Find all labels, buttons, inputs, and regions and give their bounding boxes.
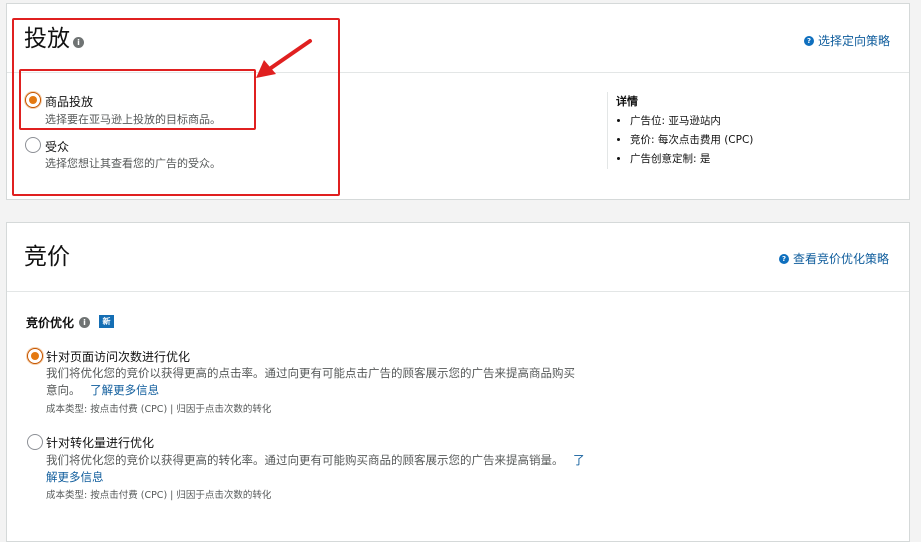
- info-icon[interactable]: i: [79, 317, 90, 328]
- bidding-divider: [7, 291, 909, 292]
- optimize-page-visits-desc-line1: 我们将优化您的竞价以获得更高的点击率。通过向更有可能点击广告的顾客展示您的广告来…: [46, 366, 575, 380]
- product-targeting-label[interactable]: 商品投放: [45, 93, 93, 110]
- details-list: 广告位: 亚马逊站内 竞价: 每次点击费用 (CPC) 广告创意定制: 是: [616, 112, 816, 169]
- optimize-conversions-desc: 我们将优化您的竞价以获得更高的转化率。通过向更有可能购买商品的顾客展示您的广告来…: [46, 452, 621, 486]
- optimize-page-visits-radio[interactable]: [27, 348, 43, 364]
- view-bid-strategy-label: 查看竞价优化策略: [793, 252, 890, 266]
- learn-more-link-part2[interactable]: 解更多信息: [46, 470, 104, 484]
- optimize-page-visits-desc: 我们将优化您的竞价以获得更高的点击率。通过向更有可能点击广告的顾客展示您的广告来…: [46, 365, 621, 399]
- question-icon: ?: [804, 35, 814, 46]
- optimize-page-visits-desc-line2: 意向。: [46, 383, 81, 397]
- product-targeting-desc: 选择要在亚马逊上投放的目标商品。: [45, 113, 221, 126]
- audience-targeting-radio[interactable]: [25, 137, 41, 153]
- new-badge: 新: [99, 315, 114, 328]
- details-item-placement: 广告位: 亚马逊站内: [630, 112, 816, 131]
- targeting-title: 投放: [24, 26, 70, 52]
- choose-targeting-strategy-link[interactable]: ? 选择定向策略: [804, 32, 890, 49]
- optimize-page-visits-meta: 成本类型: 按点击付费 (CPC) | 归因于点击次数的转化: [46, 404, 272, 415]
- bidding-card: 竞价 ? 查看竞价优化策略 竞价优化 i 新 针对页面访问次数进行优化 我们将优…: [6, 222, 910, 542]
- optimize-conversions-desc-line1: 我们将优化您的竞价以获得更高的转化率。通过向更有可能购买商品的顾客展示您的广告来…: [46, 453, 564, 467]
- audience-targeting-label[interactable]: 受众: [45, 138, 69, 155]
- question-icon: ?: [779, 253, 789, 264]
- learn-more-link-part1[interactable]: 了: [573, 453, 585, 467]
- details-item-bid: 竞价: 每次点击费用 (CPC): [630, 131, 816, 150]
- details-title: 详情: [616, 95, 638, 108]
- learn-more-link[interactable]: 了解更多信息: [90, 383, 159, 397]
- targeting-divider: [7, 72, 909, 73]
- optimize-page-visits-label[interactable]: 针对页面访问次数进行优化: [46, 348, 190, 365]
- audience-targeting-desc: 选择您想让其查看您的广告的受众。: [45, 157, 221, 170]
- choose-targeting-strategy-label: 选择定向策略: [818, 34, 891, 48]
- details-panel: 详情 广告位: 亚马逊站内 竞价: 每次点击费用 (CPC) 广告创意定制: 是: [607, 92, 816, 169]
- view-bid-strategy-link[interactable]: ? 查看竞价优化策略: [779, 250, 889, 267]
- info-icon[interactable]: i: [73, 37, 84, 48]
- product-targeting-radio[interactable]: [25, 92, 41, 108]
- targeting-card: 投放 i ? 选择定向策略 商品投放 选择要在亚马逊上投放的目标商品。 受众 选…: [6, 3, 910, 200]
- optimize-conversions-radio[interactable]: [27, 434, 43, 450]
- optimize-conversions-label[interactable]: 针对转化量进行优化: [46, 434, 154, 451]
- optimize-conversions-meta: 成本类型: 按点击付费 (CPC) | 归因于点击次数的转化: [46, 490, 272, 501]
- bid-optimization-label: 竞价优化: [26, 316, 75, 330]
- bidding-title: 竞价: [24, 244, 70, 270]
- details-item-creative: 广告创意定制: 是: [630, 150, 816, 169]
